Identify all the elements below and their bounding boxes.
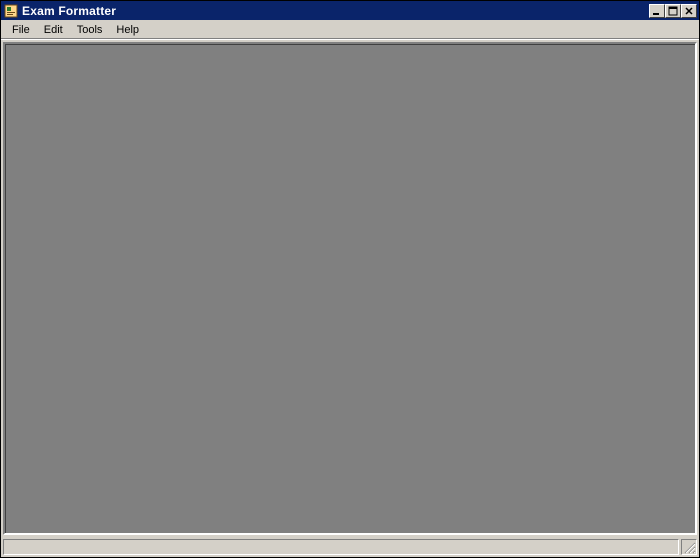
- app-icon: [3, 3, 19, 19]
- titlebar[interactable]: Exam Formatter: [1, 1, 699, 20]
- resize-grip[interactable]: [681, 539, 697, 555]
- close-button[interactable]: [681, 4, 697, 18]
- client-wrapper: [1, 40, 699, 537]
- app-window: Exam Formatter File Edit Tools Help: [0, 0, 700, 558]
- statusbar: [1, 537, 699, 557]
- status-text: [3, 539, 679, 555]
- menu-file[interactable]: File: [5, 22, 37, 38]
- menu-edit[interactable]: Edit: [37, 22, 70, 38]
- menu-tools[interactable]: Tools: [70, 22, 110, 38]
- menubar: File Edit Tools Help: [1, 20, 699, 40]
- maximize-button[interactable]: [665, 4, 681, 18]
- window-title: Exam Formatter: [22, 4, 649, 18]
- menu-help[interactable]: Help: [109, 22, 146, 38]
- minimize-button[interactable]: [649, 4, 665, 18]
- window-controls: [649, 4, 697, 18]
- mdi-client-area: [3, 42, 697, 535]
